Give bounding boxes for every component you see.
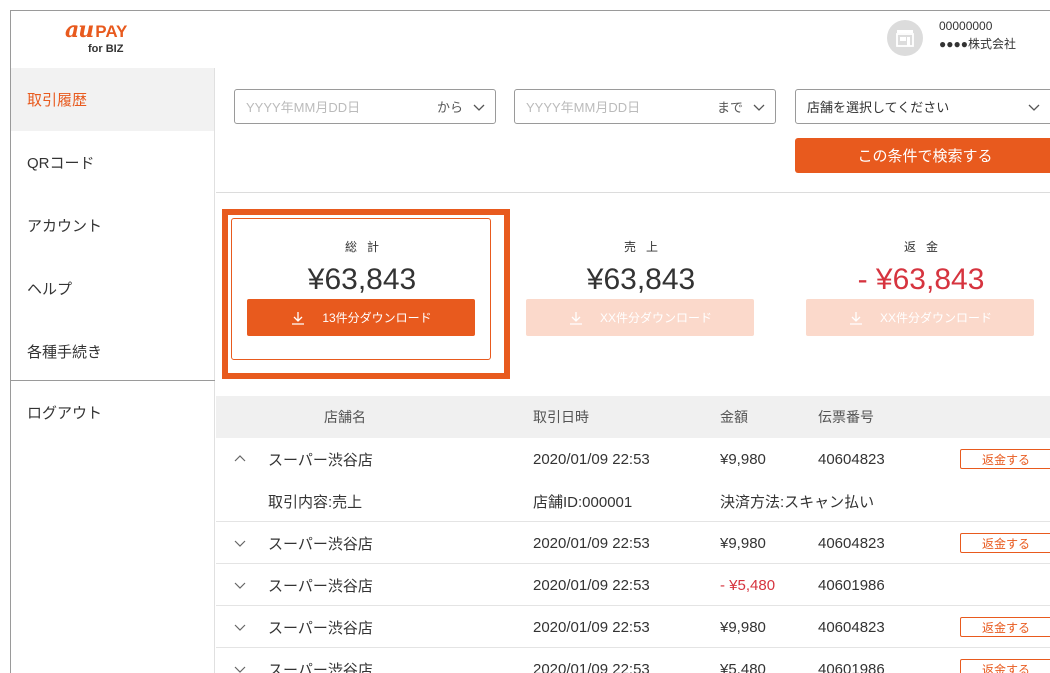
download-icon [569,311,582,325]
sales-card: 売上 ¥63,843 XX件分ダウンロード [512,226,770,363]
row-amount: ¥5,480 [720,660,766,673]
table-row[interactable]: スーパー渋谷店 2020/01/09 22:53 ¥9,980 40604823… [216,438,1050,480]
sidebar-item-help[interactable]: ヘルプ [11,257,214,320]
download-icon [292,311,305,325]
refund-button[interactable]: 返金する [960,533,1050,553]
row-amount: ¥9,980 [720,534,766,552]
row-detail: 取引内容:売上 店舗ID:000001 決済方法:スキャン払い [216,480,1050,522]
total-download-label: 13件分ダウンロード [322,311,432,325]
row-store: スーパー渋谷店 [268,451,373,469]
to-date-placeholder: YYYY年MM月DD日 [526,100,641,115]
sidebar: 取引履歴 QRコード アカウント ヘルプ 各種手続き ログアウト [11,68,215,673]
total-amount: ¥63,843 [307,263,417,296]
merchant-id: 00000000 [939,19,993,33]
sidebar-item-account[interactable]: アカウント [11,194,214,257]
sales-download-label: XX件分ダウンロード [599,311,712,325]
table-row[interactable]: スーパー渋谷店 2020/01/09 22:53 ¥9,980 40604823… [216,606,1050,648]
merchant-name: ●●●●株式会社 [939,37,1016,51]
row-store: スーパー渋谷店 [268,577,373,595]
from-date-select[interactable]: YYYY年MM月DD日 から [234,89,496,124]
refund-amount: - ¥63,843 [857,263,985,296]
refund-button[interactable]: 返金する [960,449,1050,469]
chevron-down-icon[interactable] [233,564,247,606]
row-amount: ¥9,980 [720,618,766,636]
logo-au-mark: au [65,17,94,43]
refund-download-button[interactable]: XX件分ダウンロード [806,299,1034,336]
chevron-down-icon [753,104,765,111]
row-date: 2020/01/09 22:53 [533,618,650,636]
summary-panel: 総計 ¥63,843 13件分ダウンロード 売上 ¥63,843 XX件分ダウン… [216,194,1050,394]
header-slip: 伝票番号 [818,409,874,425]
header-date: 取引日時 [533,409,589,425]
row-slip: 40604823 [818,534,885,552]
chevron-up-icon[interactable] [233,438,247,480]
chevron-down-icon [1028,104,1040,111]
row-date: 2020/01/09 22:53 [533,660,650,673]
header-amount: 金額 [720,409,748,425]
logo-pay-text: PAY [95,22,128,41]
refund-download-label: XX件分ダウンロード [879,311,992,325]
row-amount: ¥9,980 [720,450,766,468]
transactions-table: 店舗名 取引日時 金額 伝票番号 スーパー渋谷店 2020/01/09 22:5… [216,396,1050,673]
row-store: スーパー渋谷店 [268,661,373,673]
chevron-down-icon[interactable] [233,648,247,673]
merchant-info: 00000000 ●●●●株式会社 [887,14,1050,56]
table-row[interactable]: スーパー渋谷店 2020/01/09 22:53 ¥9,980 40604823… [216,522,1050,564]
sidebar-item-transactions[interactable]: 取引履歴 [11,68,214,131]
row-slip: 40601986 [818,576,885,594]
download-icon [849,311,862,325]
detail-store-id: 店舗ID:000001 [533,493,633,511]
row-store: スーパー渋谷店 [268,619,373,637]
row-slip: 40604823 [818,618,885,636]
row-amount: - ¥5,480 [720,576,776,594]
row-slip: 40601986 [818,660,885,673]
table-row[interactable]: スーパー渋谷店 2020/01/09 22:53 - ¥5,480 406019… [216,564,1050,606]
to-date-select[interactable]: YYYY年MM月DD日 まで [514,89,776,124]
store-icon [887,20,923,56]
chevron-down-icon[interactable] [233,606,247,648]
total-download-button[interactable]: 13件分ダウンロード [247,299,475,336]
total-label: 総計 [344,240,389,254]
chevron-down-icon [473,104,485,111]
refund-card: 返金 - ¥63,843 XX件分ダウンロード [792,226,1050,363]
row-slip: 40604823 [818,450,885,468]
row-store: スーパー渋谷店 [268,535,373,553]
sales-label: 売上 [623,240,668,254]
au-pay-for-biz-logo[interactable]: au PAY for BIZ [65,19,155,59]
app-frame: au PAY for BIZ 00000000 ●●●●株式会社 取引履歴 QR [10,10,1050,673]
chevron-down-icon[interactable] [233,522,247,564]
table-row[interactable]: スーパー渋谷店 2020/01/09 22:53 ¥5,480 40601986… [216,648,1050,673]
header: au PAY for BIZ 00000000 ●●●●株式会社 [11,11,1050,68]
row-date: 2020/01/09 22:53 [533,534,650,552]
refund-label: 返金 [903,240,948,254]
row-date: 2020/01/09 22:53 [533,576,650,594]
logo-for-biz-text: for BIZ [88,43,124,55]
from-date-suffix: から [436,100,463,115]
store-select-value: 店舗を選択してください [807,100,950,115]
to-date-suffix: まで [716,100,743,115]
sidebar-item-procedures[interactable]: 各種手続き [11,320,214,383]
sidebar-item-logout[interactable]: ログアウト [11,381,215,444]
detail-payment-method: 決済方法:スキャン払い [720,493,875,511]
refund-button[interactable]: 返金する [960,659,1050,673]
search-button[interactable]: この条件で検索する [795,138,1050,173]
from-date-placeholder: YYYY年MM月DD日 [246,100,361,115]
sales-amount: ¥63,843 [586,263,696,296]
row-date: 2020/01/09 22:53 [533,450,650,468]
header-store: 店舗名 [324,409,366,425]
search-filter: YYYY年MM月DD日 から YYYY年MM月DD日 まで 店舗を選択してくださ… [216,68,1050,193]
sidebar-item-qr-code[interactable]: QRコード [11,131,214,194]
store-select[interactable]: 店舗を選択してください [795,89,1050,124]
table-header: 店舗名 取引日時 金額 伝票番号 [216,396,1050,438]
detail-content: 取引内容:売上 [268,493,363,511]
total-card: 総計 ¥63,843 13件分ダウンロード [233,226,491,363]
refund-button[interactable]: 返金する [960,617,1050,637]
sales-download-button[interactable]: XX件分ダウンロード [526,299,754,336]
